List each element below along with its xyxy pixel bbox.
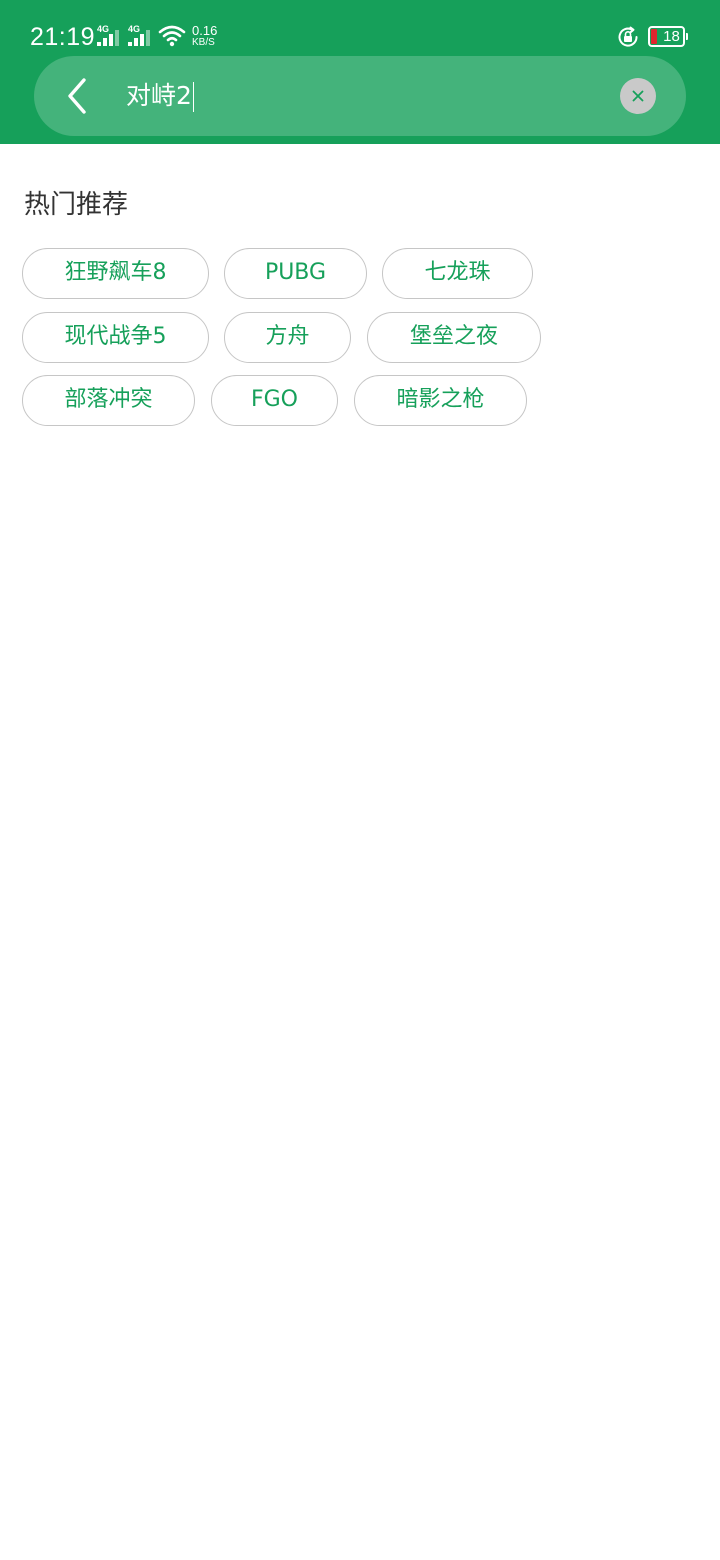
network-type-label: 4G [128,24,141,34]
hot-tag[interactable]: PUBG [224,248,367,299]
battery-fill [651,29,657,44]
back-button[interactable] [56,72,104,120]
search-input-value: 对峙2 [126,81,192,110]
battery-icon: 18 [648,26,688,47]
hot-tag[interactable]: 现代战争5 [22,312,209,363]
hot-tag[interactable]: 部落冲突 [22,375,195,426]
wifi-icon [158,24,186,48]
hot-recommendations-title: 热门推荐 [24,190,129,220]
signal-icon: 4G [97,24,125,48]
network-speed-value: 0.16 [192,23,218,38]
rotation-lock-icon [616,25,640,49]
clear-search-button[interactable] [620,78,656,114]
network-type-label: 4G [97,24,110,34]
hot-tag[interactable]: 暗影之枪 [354,375,527,426]
search-bar: 对峙2 [34,56,686,136]
text-cursor [192,82,194,112]
close-icon [632,90,644,102]
network-speed-unit: KB/S [192,37,215,48]
status-time: 21:19 [30,23,96,51]
hot-tag[interactable]: 方舟 [224,312,351,363]
hot-tag[interactable]: 堡垒之夜 [367,312,541,363]
battery-level: 18 [663,28,680,45]
chevron-left-icon [68,78,86,114]
hot-tag[interactable]: FGO [211,375,338,426]
hot-tag[interactable]: 狂野飙车8 [22,248,209,299]
hot-tag[interactable]: 七龙珠 [382,248,533,299]
search-input[interactable]: 对峙2 [126,76,606,116]
network-speed: 0.16 KB/S [192,23,218,48]
signal-icon: 4G [128,24,156,48]
app-header: 21:19 4G 4G 0.16 KB/S 18 对峙2 [0,0,720,144]
status-bar: 21:19 4G 4G 0.16 KB/S 18 [0,0,720,56]
